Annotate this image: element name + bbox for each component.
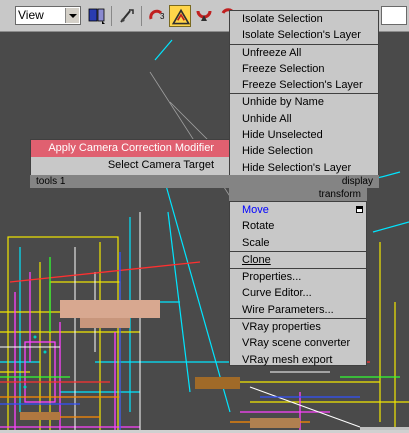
quad-header-transform: transform (229, 188, 367, 201)
menu-item-label: Unhide All (242, 112, 292, 125)
select-move-icon[interactable] (169, 5, 191, 27)
menu-item-label: Scale (242, 236, 270, 249)
viewport-layout-icon[interactable] (86, 5, 108, 27)
menu-item-label: Wire Parameters... (242, 303, 334, 316)
menu-item-label: Hide Unselected (242, 129, 323, 142)
menu-item-vray-properties[interactable]: VRay properties (230, 319, 366, 335)
menu-item-label: Select Camera Target (107, 159, 214, 171)
reference-coordinate-value: View (18, 8, 44, 22)
reference-coordinate-select[interactable]: View (15, 6, 81, 25)
menu-item-apply-camera-correction[interactable]: Apply Camera Correction Modifier (31, 140, 229, 157)
menu-item-wire-parameters[interactable]: Wire Parameters... (230, 302, 366, 318)
magnet-icon[interactable] (193, 5, 215, 27)
menu-item-label: Rotate (242, 220, 275, 233)
menu-item-label: Freeze Selection (242, 62, 325, 75)
quad-display-menu: Isolate Selection Isolate Selection's La… (229, 10, 379, 176)
quad-transform-menu: Move Rotate Scale Clone Properties... Cu… (229, 201, 367, 366)
menu-item-hide-selection-layer[interactable]: Hide Selection's Layer (230, 160, 378, 176)
toolbar-divider (111, 6, 112, 26)
menu-item-properties[interactable]: Properties... (230, 269, 366, 285)
menu-item-freeze-selection-layer[interactable]: Freeze Selection's Layer (230, 77, 378, 93)
quad-header-label: transform (318, 189, 361, 200)
menu-item-isolate-selection[interactable]: Isolate Selection (230, 11, 378, 27)
quad-header-display: display (229, 175, 379, 188)
menu-item-label: Clone (242, 253, 271, 266)
chevron-down-icon[interactable] (65, 8, 79, 23)
menu-item-label: Properties... (242, 271, 302, 284)
menu-item-label: Move (242, 204, 269, 216)
snap-toggle-icon[interactable] (116, 5, 138, 27)
menu-item-move[interactable]: Move (230, 202, 366, 218)
menu-item-curve-editor[interactable]: Curve Editor... (230, 285, 366, 301)
menu-item-hide-unselected[interactable]: Hide Unselected (230, 127, 378, 143)
menu-item-vray-mesh-export[interactable]: VRay mesh export (230, 352, 366, 368)
quad-header-tools: tools 1 (30, 175, 229, 188)
menu-item-label: Freeze Selection's Layer (242, 79, 363, 92)
menu-item-rotate[interactable]: Rotate (230, 218, 366, 234)
menu-item-clone[interactable]: Clone (230, 252, 366, 268)
menu-item-vray-scene-converter[interactable]: VRay scene converter (230, 335, 366, 351)
menu-item-freeze-selection[interactable]: Freeze Selection (230, 61, 378, 77)
angle-snap-icon[interactable]: 3 (146, 5, 168, 27)
quad-header-label: tools 1 (36, 176, 66, 187)
menu-item-isolate-selection-layer[interactable]: Isolate Selection's Layer (230, 27, 378, 43)
menu-item-label: Isolate Selection's Layer (242, 29, 361, 42)
menu-item-label: Curve Editor... (242, 287, 312, 300)
menu-item-label: Unfreeze All (242, 46, 302, 59)
menu-item-select-camera-target[interactable]: Select Camera Target (31, 157, 229, 173)
menu-item-label: Isolate Selection (242, 13, 323, 25)
menu-item-label: Hide Selection (242, 145, 313, 158)
menu-item-scale[interactable]: Scale (230, 235, 366, 251)
menu-item-label: VRay mesh export (242, 353, 333, 366)
quad-header-label: display (341, 176, 373, 187)
menu-item-label: VRay scene converter (242, 337, 351, 350)
menu-item-label: Unhide by Name (242, 96, 324, 109)
menu-item-hide-selection[interactable]: Hide Selection (230, 143, 378, 159)
toolbar-divider (141, 6, 142, 26)
quad-tools-menu: Apply Camera Correction Modifier Select … (30, 139, 229, 176)
menu-item-label: Hide Selection's Layer (242, 161, 352, 174)
menu-item-unfreeze-all[interactable]: Unfreeze All (230, 45, 378, 61)
menu-item-unhide-by-name[interactable]: Unhide by Name (230, 94, 378, 110)
menu-item-label: VRay properties (242, 321, 321, 334)
menu-item-label: Apply Camera Correction Modifier (48, 142, 214, 154)
svg-text:3: 3 (160, 12, 165, 21)
menu-item-unhide-all[interactable]: Unhide All (230, 111, 378, 127)
options-box-icon[interactable] (356, 206, 363, 213)
named-selection-field[interactable] (381, 6, 407, 25)
